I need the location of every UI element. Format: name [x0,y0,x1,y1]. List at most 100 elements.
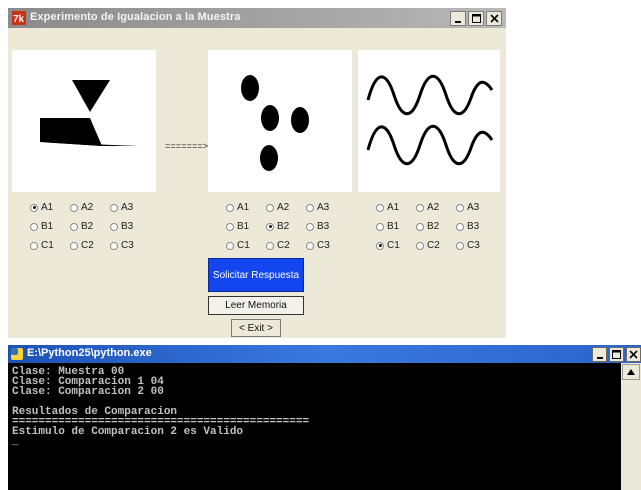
scroll-up-button[interactable] [622,364,640,380]
radio-option[interactable]: A3 [306,202,346,213]
radio-label: B1 [387,221,400,232]
radio-unselected-icon [110,241,118,250]
radio-option[interactable]: B3 [306,221,346,232]
radio-option[interactable]: C2 [416,240,456,251]
console-maximize-button[interactable] [609,347,624,362]
radio-label: A3 [121,202,134,213]
radio-option[interactable]: A1 [376,202,416,213]
radio-unselected-icon [70,203,78,212]
radio-label: A2 [277,202,290,213]
radio-label: B2 [427,221,440,232]
close-icon [629,350,638,359]
sample-stimulus-panel [12,50,156,192]
radio-unselected-icon [266,203,274,212]
close-icon [489,14,499,23]
console-close-button[interactable] [626,347,641,362]
radio-option[interactable]: B1 [30,221,70,232]
radio-label: B1 [41,221,54,232]
radio-label: C3 [121,240,134,251]
radio-label: A3 [467,202,480,213]
radio-option[interactable]: A1 [226,202,266,213]
radio-label: B3 [317,221,330,232]
console-minimize-button[interactable] [592,347,607,362]
maximize-button[interactable] [468,11,484,26]
radio-option[interactable]: B3 [110,221,150,232]
radio-selected-icon [266,222,274,231]
radio-unselected-icon [30,241,38,250]
console-scrollbar[interactable] [621,363,641,490]
radio-unselected-icon [456,241,464,250]
arrow-indicator: =======> [165,142,209,152]
python-icon [11,348,23,360]
radio-option[interactable]: A1 [30,202,70,213]
radio-unselected-icon [376,222,384,231]
minimize-icon [455,20,461,23]
radio-option[interactable]: C1 [30,240,70,251]
radio-unselected-icon [456,222,464,231]
radio-label: B1 [237,221,250,232]
maximize-icon [612,350,621,359]
radio-option[interactable]: C3 [110,240,150,251]
console-title-bar[interactable]: E:\Python25\python.exe [8,345,641,363]
comparison-2-panel [358,50,500,192]
radio-unselected-icon [226,241,234,250]
radio-unselected-icon [416,241,424,250]
request-response-button[interactable]: Solicitar Respuesta [208,258,304,292]
radio-option[interactable]: A2 [70,202,110,213]
radio-unselected-icon [306,222,314,231]
radio-unselected-icon [70,222,78,231]
console-title: E:\Python25\python.exe [27,347,152,359]
radio-unselected-icon [376,203,384,212]
radio-unselected-icon [416,222,424,231]
read-memory-button[interactable]: Leer Memoria [208,296,304,315]
radio-option[interactable]: A2 [266,202,306,213]
radio-label: B3 [121,221,134,232]
svg-text:7k: 7k [13,14,25,25]
radio-label: C1 [387,240,400,251]
radio-option[interactable]: B2 [266,221,306,232]
comparison-1-image [241,75,309,171]
radio-option[interactable]: C2 [266,240,306,251]
comparison-2-image [366,74,494,166]
radio-label: C1 [237,240,250,251]
comparison-1-panel [208,50,352,192]
radio-option[interactable]: B1 [376,221,416,232]
radio-option[interactable]: A3 [110,202,150,213]
radio-option[interactable]: B1 [226,221,266,232]
dialog-title-bar[interactable]: 7k Experimento de Igualacion a la Muestr… [8,8,506,28]
radio-option[interactable]: A2 [416,202,456,213]
app-logo-icon: 7k [12,11,26,25]
radio-label: A1 [387,202,400,213]
radio-unselected-icon [416,203,424,212]
console-line: _ [12,436,19,448]
close-button[interactable] [486,11,502,26]
radio-label: C2 [427,240,440,251]
radio-option[interactable]: C2 [70,240,110,251]
radio-label: A2 [427,202,440,213]
radio-option[interactable]: C1 [376,240,416,251]
radio-selected-icon [376,241,384,250]
radio-option[interactable]: C3 [456,240,496,251]
radio-unselected-icon [70,241,78,250]
radio-unselected-icon [266,241,274,250]
radio-option[interactable]: C1 [226,240,266,251]
console-line: Estimulo de Comparacion 2 es Valido [12,426,244,438]
comparison-1-radio-group: A1 A2 A3 B1 B2 B3 C1 C2 C3 [226,198,346,255]
radio-label: C1 [41,240,54,251]
radio-option[interactable]: B3 [456,221,496,232]
radio-option[interactable]: B2 [416,221,456,232]
maximize-icon [471,14,481,23]
minimize-button[interactable] [450,11,466,26]
radio-option[interactable]: C3 [306,240,346,251]
radio-option[interactable]: B2 [70,221,110,232]
radio-label: A3 [317,202,330,213]
radio-unselected-icon [306,203,314,212]
radio-option[interactable]: A3 [456,202,496,213]
sample-stimulus-image [40,80,138,146]
radio-label: C3 [317,240,330,251]
console-output[interactable]: Clase: Muestra 00 Clase: Comparacion 1 04… [8,363,621,490]
radio-unselected-icon [456,203,464,212]
radio-unselected-icon [226,203,234,212]
sample-radio-group: A1 A2 A3 B1 B2 B3 C1 C2 C3 [30,198,150,255]
exit-button[interactable]: < Exit > [231,319,281,337]
